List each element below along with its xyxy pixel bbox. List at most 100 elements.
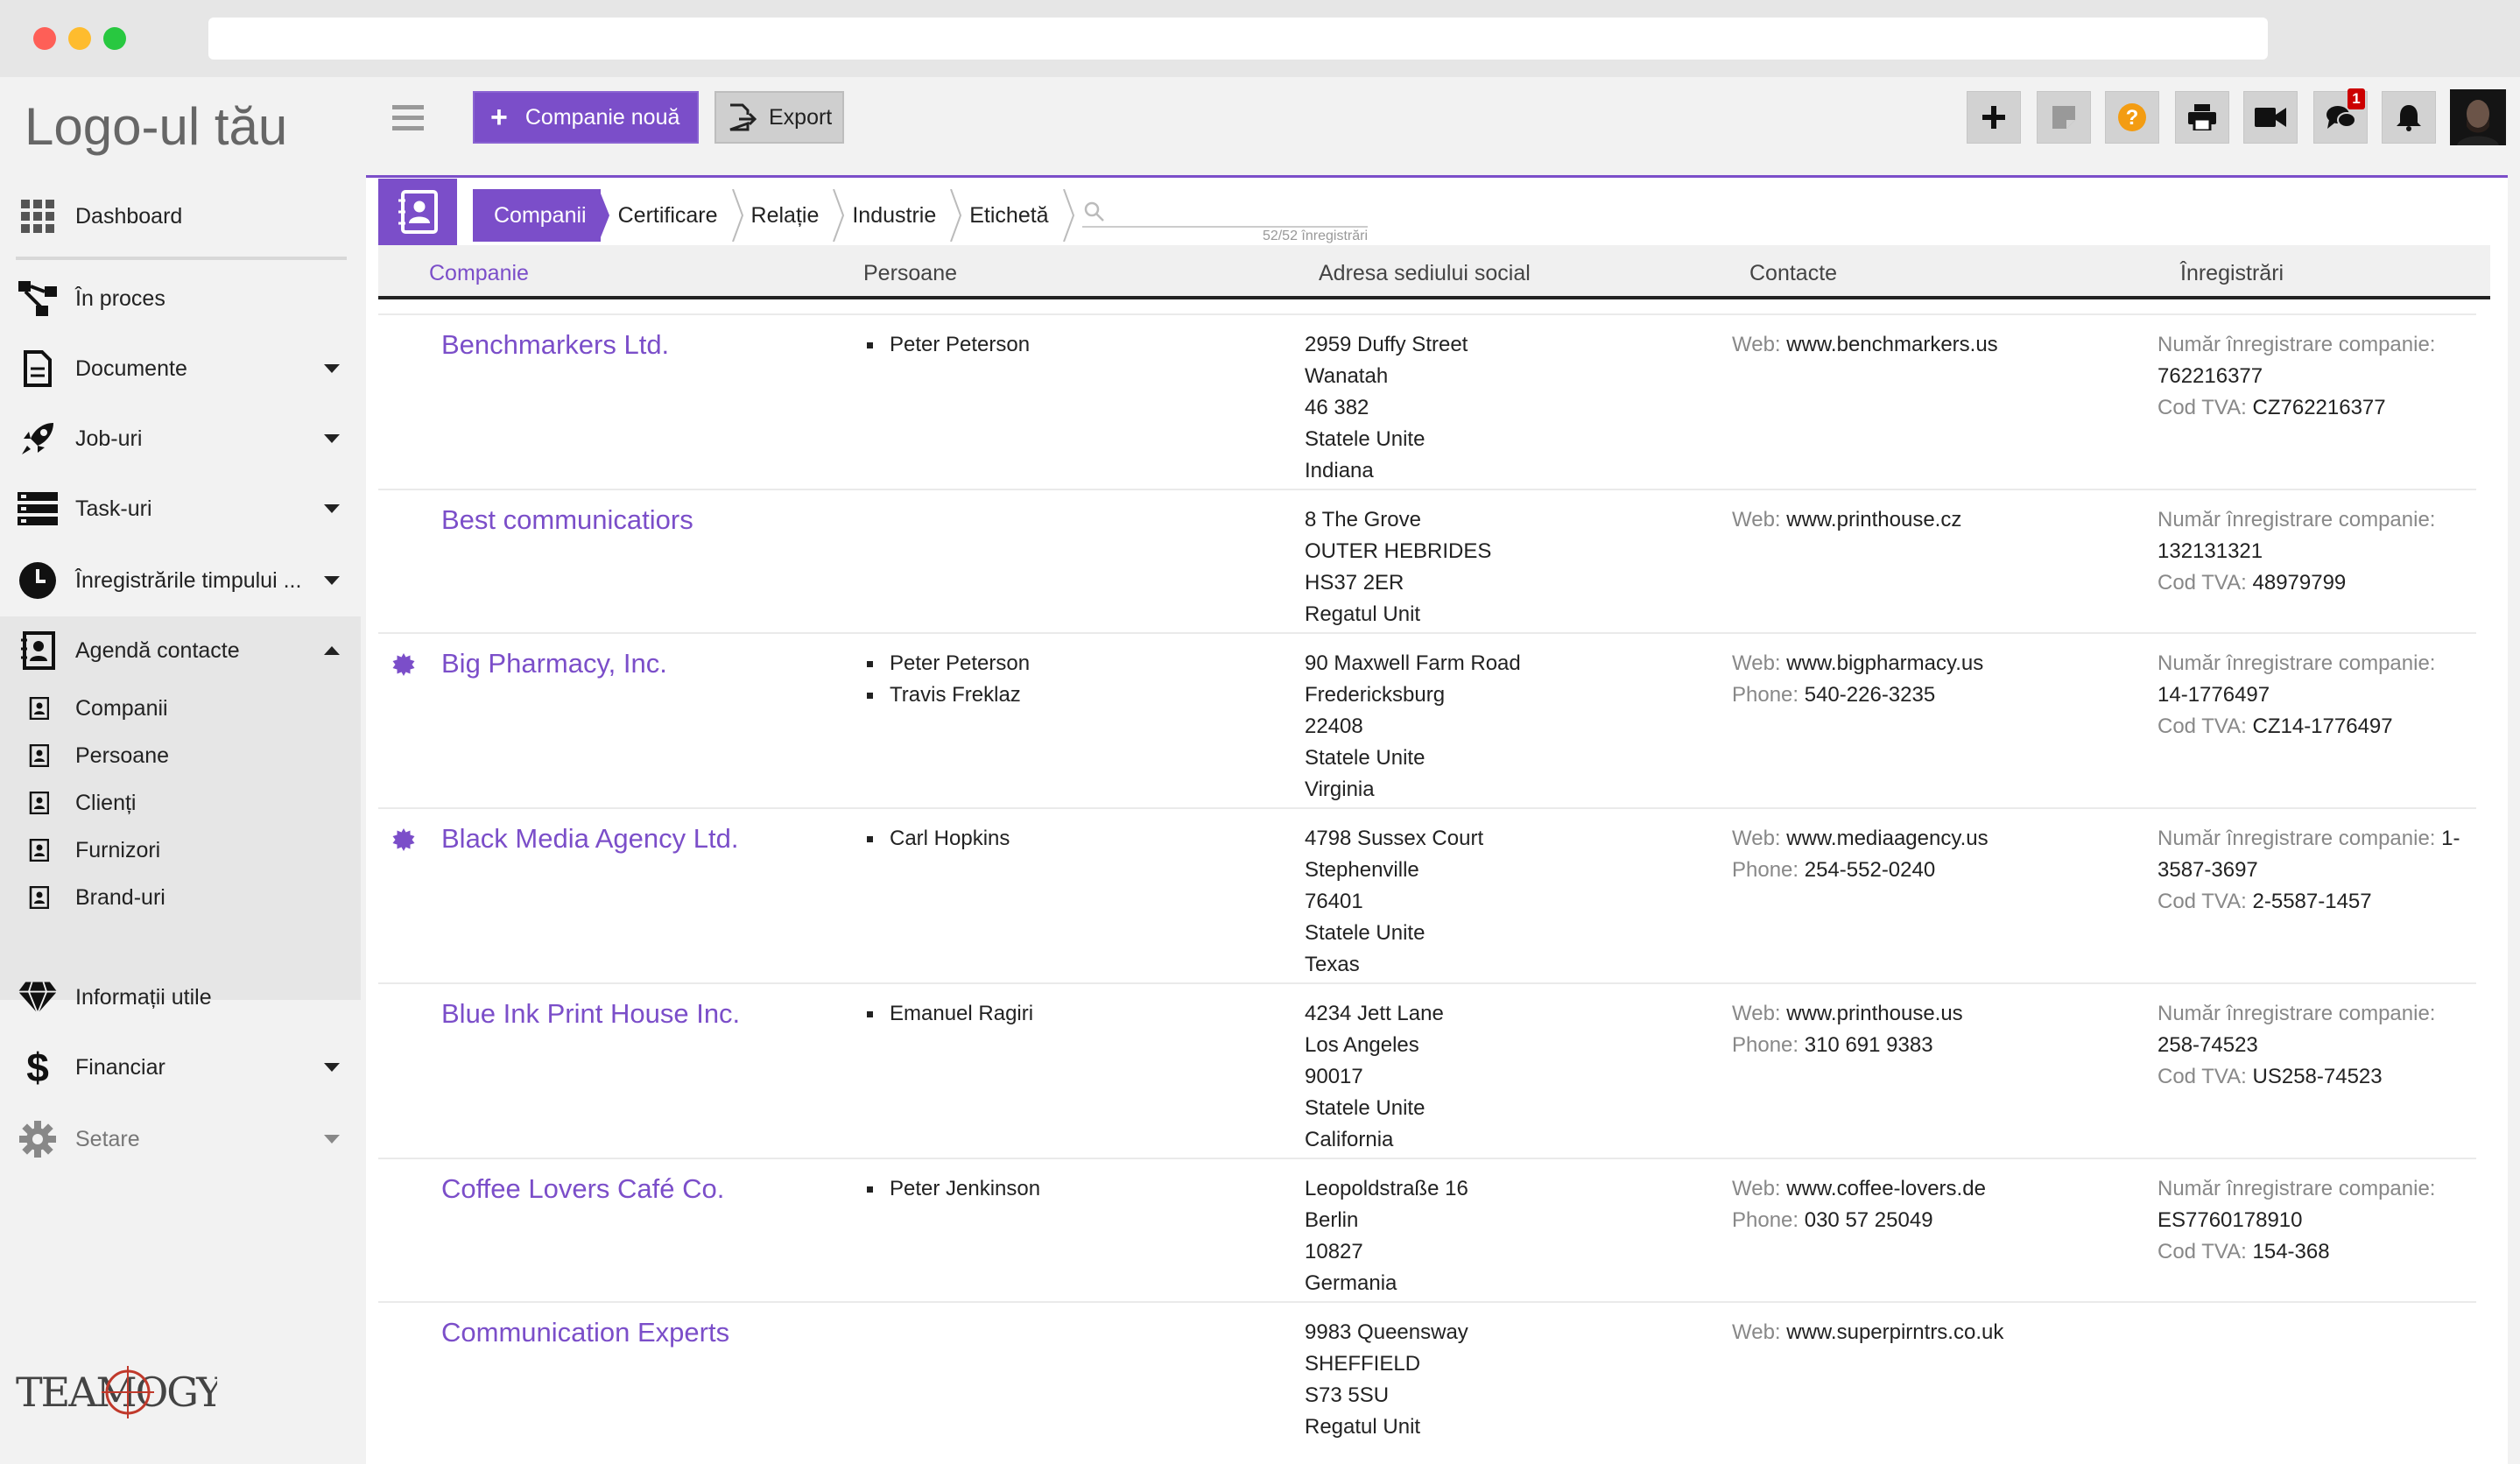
phone-link[interactable]: 310 691 9383 xyxy=(1805,1033,1933,1057)
search-input[interactable]: 52/52 înregistrări xyxy=(1082,200,1368,243)
menu-toggle-icon[interactable] xyxy=(392,105,424,131)
reg-number: 258-74523 xyxy=(2157,1033,2258,1057)
sidebar-item-contacts[interactable]: Agendă contacte xyxy=(0,616,361,685)
tab-certification[interactable]: Certificare xyxy=(601,189,743,242)
export-label: Export xyxy=(769,104,833,130)
chevron-down-icon[interactable] xyxy=(324,576,340,585)
tab-relation[interactable]: Relație xyxy=(734,189,845,242)
table-row[interactable]: Blue Ink Print House Inc. Emanuel Ragiri… xyxy=(378,982,2476,1158)
web-link[interactable]: www.printhouse.cz xyxy=(1786,508,1961,531)
person-link[interactable]: Carl Hopkins xyxy=(865,823,1010,855)
notes-button[interactable] xyxy=(2037,91,2091,144)
notifications-button[interactable] xyxy=(2382,91,2436,144)
person-link[interactable]: Emanuel Ragiri xyxy=(865,998,1033,1030)
phone-link[interactable]: 254-552-0240 xyxy=(1805,858,1935,882)
company-name-link[interactable]: Communication Experts xyxy=(441,1317,729,1348)
person-link[interactable]: Peter Peterson xyxy=(865,648,1030,679)
sidebar-item-useful-info[interactable]: Informații utile xyxy=(0,963,361,1031)
address-line: Virginia xyxy=(1305,778,1375,801)
new-company-button[interactable]: + Companie nouă xyxy=(473,91,699,144)
minimize-window-button[interactable] xyxy=(68,27,91,50)
company-name-link[interactable]: Black Media Agency Ltd. xyxy=(441,823,738,855)
registrations: Număr înregistrare companie: ES776017891… xyxy=(2157,1173,2481,1268)
sidebar-item-documents[interactable]: Documente xyxy=(0,334,361,403)
sidebar: Logo-ul tău Dashboard În proces Document… xyxy=(0,77,361,1464)
address-line: Stephenville xyxy=(1305,858,1419,882)
address-line: Texas xyxy=(1305,953,1360,976)
reg-number-label: Număr înregistrare companie: xyxy=(2157,508,2436,531)
company-name-link[interactable]: Blue Ink Print House Inc. xyxy=(441,998,740,1030)
address-line: 46 382 xyxy=(1305,396,1369,419)
column-header-address[interactable]: Adresa sediului social xyxy=(1319,261,1531,286)
phone-link[interactable]: 540-226-3235 xyxy=(1805,683,1935,707)
document-icon xyxy=(18,348,58,389)
sidebar-subitem-companies[interactable]: Companii xyxy=(0,685,361,732)
sidebar-item-dashboard[interactable]: Dashboard xyxy=(0,182,361,250)
favorite-star-icon[interactable] xyxy=(392,653,415,676)
accent-bar xyxy=(366,175,2508,178)
company-name-link[interactable]: Coffee Lovers Café Co. xyxy=(441,1173,724,1205)
close-window-button[interactable] xyxy=(33,27,56,50)
tab-companies[interactable]: Companii xyxy=(473,189,609,242)
chevron-down-icon[interactable] xyxy=(324,1063,340,1072)
chevron-down-icon[interactable] xyxy=(324,364,340,373)
person-link[interactable]: Peter Peterson xyxy=(865,329,1030,361)
chevron-down-icon[interactable] xyxy=(324,504,340,513)
company-name-link[interactable]: Benchmarkers Ltd. xyxy=(441,329,669,361)
web-link[interactable]: www.printhouse.us xyxy=(1786,1002,1962,1025)
print-icon xyxy=(2188,104,2216,130)
company-name-link[interactable]: Best communicatiors xyxy=(441,504,693,536)
sidebar-subitem-brands[interactable]: Brand-uri xyxy=(0,874,361,921)
table-row[interactable]: Big Pharmacy, Inc. Peter Peterson Travis… xyxy=(378,632,2476,807)
company-name-link[interactable]: Big Pharmacy, Inc. xyxy=(441,648,667,679)
rocket-icon xyxy=(18,419,58,459)
table-row[interactable]: Black Media Agency Ltd. Carl Hopkins 479… xyxy=(378,807,2476,982)
table-row[interactable]: Coffee Lovers Café Co. Peter Jenkinson L… xyxy=(378,1158,2476,1301)
sidebar-subitem-suppliers[interactable]: Furnizori xyxy=(0,827,361,874)
avatar[interactable] xyxy=(2450,89,2506,145)
sidebar-item-jobs[interactable]: Job-uri xyxy=(0,405,361,473)
address-line: California xyxy=(1305,1128,1394,1151)
sidebar-item-settings[interactable]: Setare xyxy=(0,1105,361,1173)
table-row[interactable]: Communication Experts 9983 Queensway SHE… xyxy=(378,1301,2476,1450)
address-bar[interactable] xyxy=(208,18,2268,60)
web-link[interactable]: www.coffee-lovers.de xyxy=(1786,1177,1986,1200)
sidebar-item-in-process[interactable]: În proces xyxy=(0,264,361,333)
web-link[interactable]: www.superpirntrs.co.uk xyxy=(1786,1320,2003,1344)
table-row[interactable]: Benchmarkers Ltd. Peter Peterson 2959 Du… xyxy=(378,313,2476,489)
export-button[interactable]: Export xyxy=(714,91,844,144)
tab-industry[interactable]: Industrie xyxy=(834,189,962,242)
chevron-down-icon[interactable] xyxy=(324,1135,340,1144)
table-row[interactable]: Best communicatiors 8 The Grove OUTER HE… xyxy=(378,489,2476,632)
web-label: Web: xyxy=(1732,508,1787,531)
column-header-registrations[interactable]: Înregistrări xyxy=(2180,261,2284,286)
chevron-up-icon[interactable] xyxy=(324,646,340,655)
sidebar-item-tasks[interactable]: Task-uri xyxy=(0,475,361,543)
tab-label: Relație xyxy=(750,202,820,228)
column-header-contacts[interactable]: Contacte xyxy=(1749,261,1837,286)
favorite-star-icon[interactable] xyxy=(392,828,415,851)
sidebar-subitem-clients[interactable]: Clienți xyxy=(0,779,361,827)
add-button[interactable] xyxy=(1967,91,2021,144)
person-link[interactable]: Travis Freklaz xyxy=(865,679,1030,711)
chat-button[interactable]: 1 xyxy=(2313,88,2368,144)
tab-label-tag[interactable]: Etichetă xyxy=(952,189,1074,242)
print-button[interactable] xyxy=(2175,91,2229,144)
column-header-company[interactable]: Companie xyxy=(429,261,529,286)
web-link[interactable]: www.mediaagency.us xyxy=(1786,827,1988,850)
help-button[interactable]: ? xyxy=(2105,91,2159,144)
person-link[interactable]: Peter Jenkinson xyxy=(865,1173,1040,1205)
address-line: Regatul Unit xyxy=(1305,602,1421,626)
sidebar-item-time-records[interactable]: Înregistrările timpului ... xyxy=(0,546,361,615)
address-line: 76401 xyxy=(1305,890,1363,913)
chevron-down-icon[interactable] xyxy=(324,434,340,443)
video-call-button[interactable] xyxy=(2243,91,2298,144)
phone-link[interactable]: 030 57 25049 xyxy=(1805,1208,1933,1232)
sidebar-subitem-persons[interactable]: Persoane xyxy=(0,732,361,779)
sidebar-subitem-label: Brand-uri xyxy=(75,884,165,910)
maximize-window-button[interactable] xyxy=(103,27,126,50)
sidebar-item-financial[interactable]: $ Financiar xyxy=(0,1033,361,1102)
web-link[interactable]: www.bigpharmacy.us xyxy=(1786,651,1983,675)
web-link[interactable]: www.benchmarkers.us xyxy=(1786,333,1997,356)
column-header-persons[interactable]: Persoane xyxy=(863,261,957,286)
